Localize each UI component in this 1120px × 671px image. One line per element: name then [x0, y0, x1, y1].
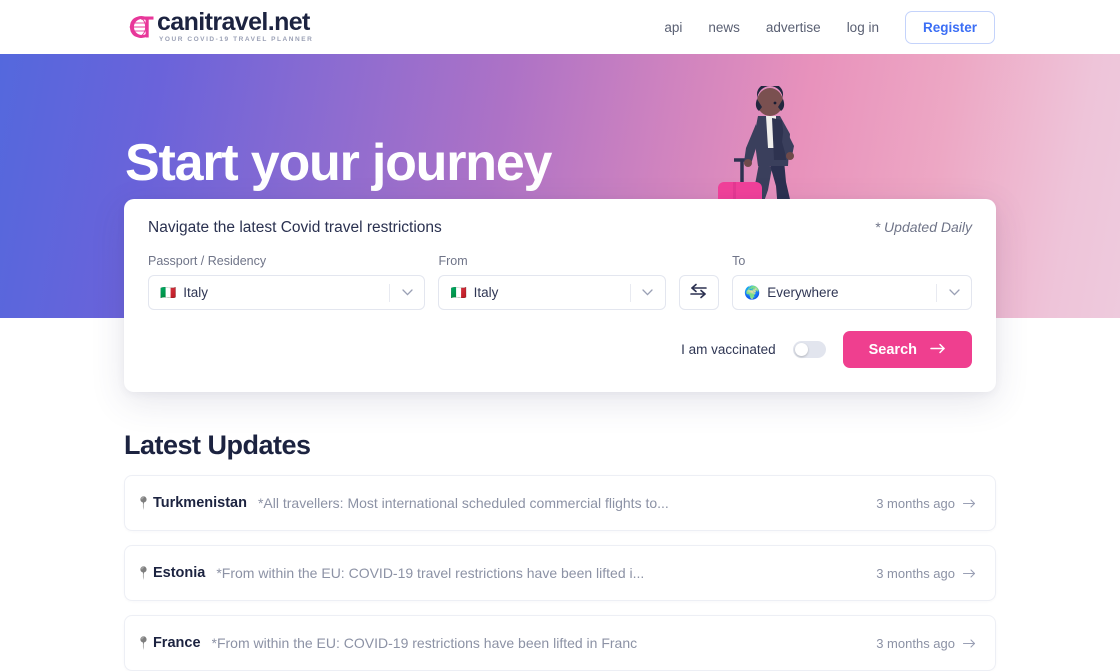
to-value: Everywhere [767, 285, 839, 300]
site-header: canitravel.net YOUR COVID-19 TRAVEL PLAN… [0, 0, 1120, 54]
nav-link-log-in[interactable]: log in [847, 20, 879, 35]
passport-label: Passport / Residency [148, 254, 267, 268]
arrow-right-icon [962, 566, 976, 581]
to-field: To 🌍 Everywhere [732, 254, 972, 310]
arrow-right-icon [962, 496, 976, 511]
from-select[interactable]: 🇮🇹 Italy [438, 275, 666, 310]
passport-field: Passport / Residency 🇮🇹 Italy [148, 254, 426, 310]
to-select[interactable]: 🌍 Everywhere [732, 275, 972, 310]
update-snippet: *From within the EU: COVID-19 restrictio… [211, 635, 638, 651]
nav-link-advertise[interactable]: advertise [766, 20, 821, 35]
arrow-right-icon [962, 636, 976, 651]
hero-title: Start your journey [125, 134, 552, 192]
update-timestamp: 3 months ago [862, 496, 976, 511]
chevron-down-icon[interactable] [631, 289, 665, 296]
vaccinated-toggle[interactable] [792, 341, 826, 358]
update-row[interactable]: 📍 Turkmenistan *All travellers: Most int… [124, 475, 996, 531]
latest-updates-section: Latest Updates 📍 Turkmenistan *All trave… [124, 430, 996, 671]
toggle-knob [794, 343, 808, 356]
update-country: France [152, 635, 201, 651]
update-timestamp: 3 months ago [862, 636, 976, 651]
location-pin-icon: 📍 [136, 566, 151, 580]
chevron-down-icon[interactable] [937, 289, 971, 296]
nav-link-api[interactable]: api [664, 20, 682, 35]
latest-updates-title: Latest Updates [124, 430, 311, 460]
globe-c-logo-icon [125, 12, 155, 42]
main-nav: api news advertise log in Register [664, 10, 995, 44]
italy-flag-icon: 🇮🇹 [160, 285, 177, 300]
updated-daily-note: * Updated Daily [874, 219, 972, 235]
location-pin-icon: 📍 [136, 636, 151, 650]
vaccinated-label: I am vaccinated [681, 342, 776, 357]
arrow-right-icon [930, 342, 946, 358]
location-pin-icon: 📍 [136, 496, 151, 510]
search-fields: Passport / Residency 🇮🇹 Italy From 🇮🇹 It… [148, 254, 972, 310]
search-button[interactable]: Search [842, 331, 972, 368]
update-ago-text: 3 months ago [876, 495, 955, 511]
search-card-heading: Navigate the latest Covid travel restric… [148, 219, 442, 236]
swap-arrows-icon [689, 283, 708, 302]
swap-origin-destination-button[interactable] [678, 275, 720, 310]
passport-select[interactable]: 🇮🇹 Italy [148, 275, 426, 310]
search-card-header: Navigate the latest Covid travel restric… [148, 219, 972, 237]
register-button[interactable]: Register [904, 10, 995, 44]
search-button-label: Search [868, 341, 917, 358]
logo-wordmark: canitravel.net [157, 8, 310, 37]
passport-value: Italy [183, 285, 208, 300]
from-field: From 🇮🇹 Italy [438, 254, 666, 310]
logo-tagline: YOUR COVID-19 TRAVEL PLANNER [159, 36, 314, 44]
update-ago-text: 3 months ago [876, 565, 955, 581]
update-snippet: *From within the EU: COVID-19 travel res… [216, 565, 645, 581]
update-ago-text: 3 months ago [876, 635, 955, 651]
search-card: Navigate the latest Covid travel restric… [124, 199, 996, 392]
update-country: Turkmenistan [152, 495, 247, 511]
update-row[interactable]: 📍 Estonia *From within the EU: COVID-19 … [124, 545, 996, 601]
update-timestamp: 3 months ago [862, 566, 976, 581]
update-snippet: *All travellers: Most international sche… [257, 495, 669, 511]
from-value: Italy [473, 285, 499, 300]
search-card-actions: I am vaccinated Search [148, 331, 972, 368]
update-row[interactable]: 📍 France *From within the EU: COVID-19 r… [124, 615, 996, 671]
globe-icon: 🌍 [744, 285, 761, 300]
italy-flag-icon: 🇮🇹 [450, 285, 467, 300]
logo[interactable]: canitravel.net YOUR COVID-19 TRAVEL PLAN… [125, 10, 313, 44]
nav-link-news[interactable]: news [708, 20, 740, 35]
to-label: To [732, 254, 746, 268]
from-label: From [438, 254, 468, 268]
chevron-down-icon[interactable] [390, 289, 424, 296]
update-country: Estonia [152, 565, 206, 581]
